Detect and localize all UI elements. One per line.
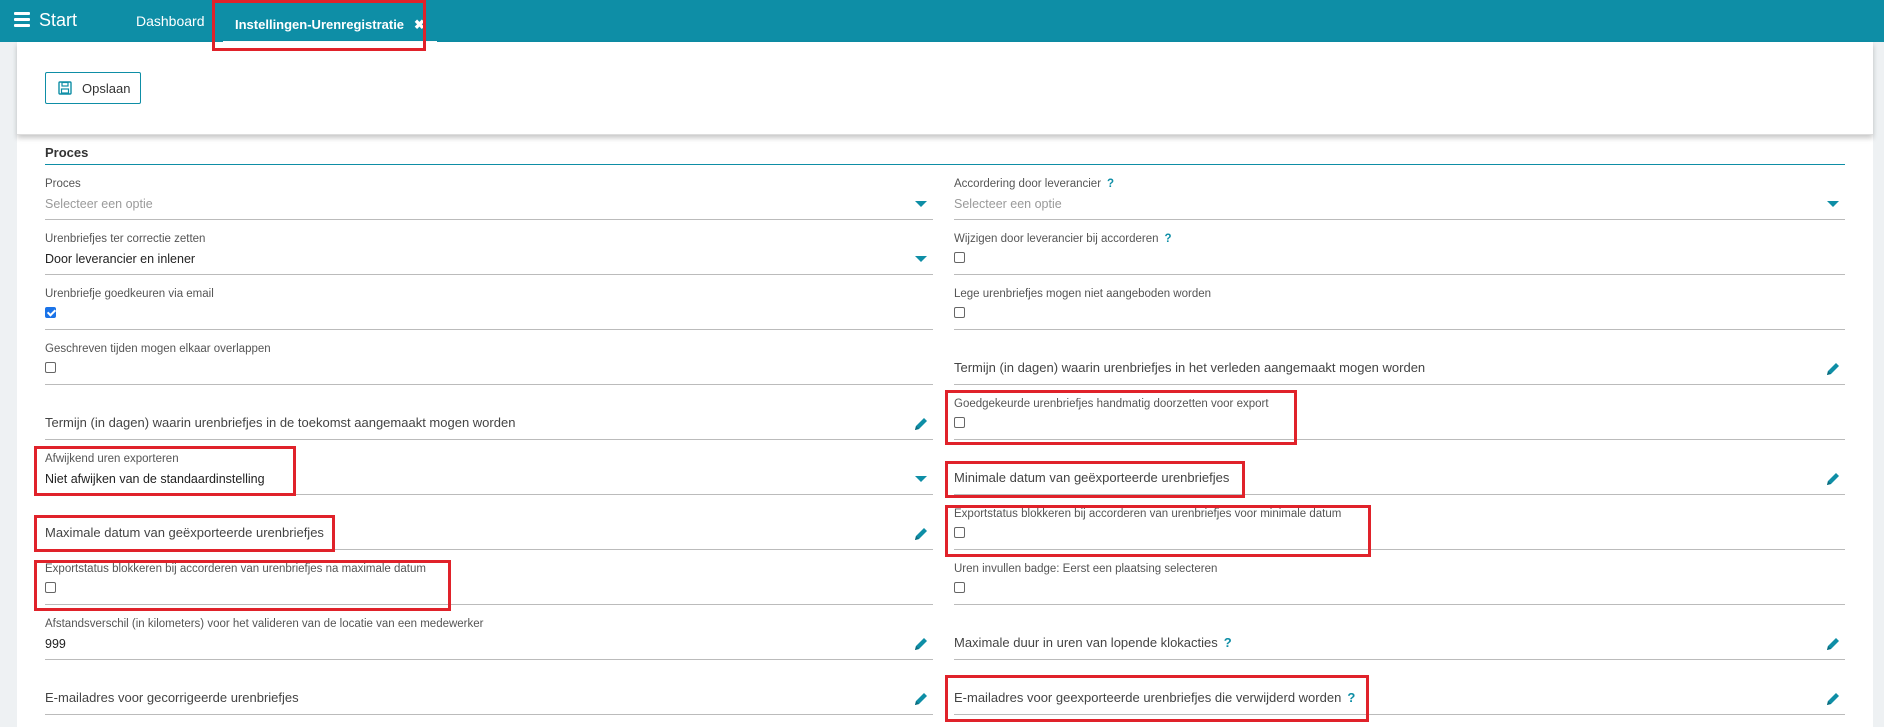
goedkeuren-email-field: Urenbriefje goedkeuren via email: [45, 282, 933, 330]
proces-select[interactable]: Proces Selecteer een optie: [45, 172, 933, 220]
handmatig-doorzetten-checkbox[interactable]: [954, 417, 965, 428]
wijzigen-checkbox[interactable]: [954, 252, 965, 263]
pencil-icon[interactable]: [1825, 691, 1841, 707]
afstandsverschil-field[interactable]: Afstandsverschil (in kilometers) voor he…: [45, 612, 933, 660]
settings-card: Opslaan Proces Proces Selecteer een opti…: [17, 42, 1873, 727]
select-placeholder: Selecteer een optie: [954, 197, 1062, 211]
blokkeren-minimale-field: Exportstatus blokkeren bij accorderen va…: [954, 502, 1845, 550]
field-label: Minimale datum van geëxporteerde urenbri…: [954, 470, 1230, 485]
field-label: Geschreven tijden mogen elkaar overlappe…: [45, 343, 271, 355]
handmatig-doorzetten-field: Goedgekeurde urenbriefjes handmatig door…: [954, 392, 1845, 440]
pencil-icon[interactable]: [1825, 636, 1841, 652]
minimale-datum-field[interactable]: Minimale datum van geëxporteerde urenbri…: [954, 447, 1845, 495]
field-label: Wijzigen door leverancier bij accorderen…: [954, 233, 1172, 245]
tab-dashboard[interactable]: Dashboard: [136, 13, 205, 29]
section-title: Proces: [45, 145, 89, 160]
badge-field: Uren invullen badge: Eerst een plaatsing…: [954, 557, 1845, 605]
blokkeren-minimale-checkbox[interactable]: [954, 527, 965, 538]
klokacties-field[interactable]: Maximale duur in uren van lopende klokac…: [954, 612, 1845, 660]
field-label: Termijn (in dagen) waarin urenbriefjes i…: [954, 360, 1426, 375]
maximale-datum-field[interactable]: Maximale datum van geëxporteerde urenbri…: [45, 502, 933, 550]
field-label: Uren invullen badge: Eerst een plaatsing…: [954, 563, 1218, 575]
chevron-down-icon[interactable]: [915, 201, 927, 207]
field-label: Exportstatus blokkeren bij accorderen va…: [954, 508, 1342, 520]
field-label: Accordering door leverancier?: [954, 178, 1115, 190]
pencil-icon[interactable]: [913, 526, 929, 542]
tab-instellingen-urenregistratie[interactable]: Instellingen-Urenregistratie ✖: [223, 9, 437, 43]
tab-label: Instellingen-Urenregistratie: [235, 17, 405, 32]
help-icon[interactable]: ?: [1224, 635, 1232, 650]
field-label: Urenbriefjes ter correctie zetten: [45, 233, 206, 245]
field-label: Maximale duur in uren van lopende klokac…: [954, 635, 1232, 650]
pencil-icon[interactable]: [913, 636, 929, 652]
floppy-disk-icon: [58, 81, 72, 95]
blokkeren-maximale-checkbox[interactable]: [45, 582, 56, 593]
field-label: Exportstatus blokkeren bij accorderen va…: [45, 563, 426, 575]
close-icon[interactable]: ✖: [414, 17, 425, 32]
afwijkend-exporteren-select[interactable]: Afwijkend uren exporteren Niet afwijken …: [45, 447, 933, 495]
help-icon[interactable]: ?: [1165, 233, 1172, 245]
chevron-down-icon[interactable]: [915, 256, 927, 262]
email-gecorrigeerd-field[interactable]: E-mailadres voor gecorrigeerde urenbrief…: [45, 667, 933, 715]
save-button-label: Opslaan: [82, 80, 131, 96]
select-value: Door leverancier en inlener: [45, 252, 196, 266]
pencil-icon[interactable]: [1825, 471, 1841, 487]
wijzigen-field: Wijzigen door leverancier bij accorderen…: [954, 227, 1845, 275]
start-link[interactable]: Start: [39, 10, 77, 31]
field-label: Termijn (in dagen) waarin urenbriefjes i…: [45, 415, 516, 430]
field-label: Urenbriefje goedkeuren via email: [45, 288, 214, 300]
pencil-icon[interactable]: [913, 416, 929, 432]
accordering-select[interactable]: Accordering door leverancier? Selecteer …: [954, 172, 1845, 220]
chevron-down-icon[interactable]: [915, 476, 927, 482]
help-icon[interactable]: ?: [1347, 690, 1355, 705]
termijn-verleden-field[interactable]: Termijn (in dagen) waarin urenbriefjes i…: [954, 337, 1845, 385]
overlappen-field: Geschreven tijden mogen elkaar overlappe…: [45, 337, 933, 385]
badge-checkbox[interactable]: [954, 582, 965, 593]
chevron-down-icon[interactable]: [1827, 201, 1839, 207]
lege-urenbriefjes-field: Lege urenbriefjes mogen niet aangeboden …: [954, 282, 1845, 330]
help-icon[interactable]: ?: [1107, 178, 1114, 190]
goedkeuren-email-checkbox[interactable]: [45, 307, 56, 318]
select-placeholder: Selecteer een optie: [45, 197, 153, 211]
top-bar: Start Dashboard Instellingen-Urenregistr…: [0, 0, 1884, 43]
section-divider: [45, 164, 1845, 165]
email-verwijderd-field[interactable]: E-mailadres voor geexporteerde urenbrief…: [954, 667, 1845, 715]
pencil-icon[interactable]: [1825, 361, 1841, 377]
field-label: E-mailadres voor gecorrigeerde urenbrief…: [45, 690, 299, 705]
correctie-select[interactable]: Urenbriefjes ter correctie zetten Door l…: [45, 227, 933, 275]
field-label: Goedgekeurde urenbriefjes handmatig door…: [954, 398, 1269, 410]
hamburger-menu-icon[interactable]: [14, 12, 30, 27]
field-label: Afwijkend uren exporteren: [45, 453, 179, 465]
field-label: E-mailadres voor geexporteerde urenbrief…: [954, 690, 1356, 705]
field-label: Afstandsverschil (in kilometers) voor he…: [45, 618, 484, 630]
select-value: Niet afwijken van de standaardinstelling: [45, 472, 265, 486]
save-button[interactable]: Opslaan: [45, 72, 141, 104]
field-value: 999: [45, 637, 66, 651]
field-label: Proces: [45, 178, 81, 190]
field-label: Lege urenbriefjes mogen niet aangeboden …: [954, 288, 1212, 300]
field-label: Maximale datum van geëxporteerde urenbri…: [45, 525, 324, 540]
lege-urenbriefjes-checkbox[interactable]: [954, 307, 965, 318]
toolbar: Opslaan: [17, 42, 1873, 135]
blokkeren-maximale-field: Exportstatus blokkeren bij accorderen va…: [45, 557, 933, 605]
overlappen-checkbox[interactable]: [45, 362, 56, 373]
pencil-icon[interactable]: [913, 691, 929, 707]
termijn-toekomst-field[interactable]: Termijn (in dagen) waarin urenbriefjes i…: [45, 392, 933, 440]
